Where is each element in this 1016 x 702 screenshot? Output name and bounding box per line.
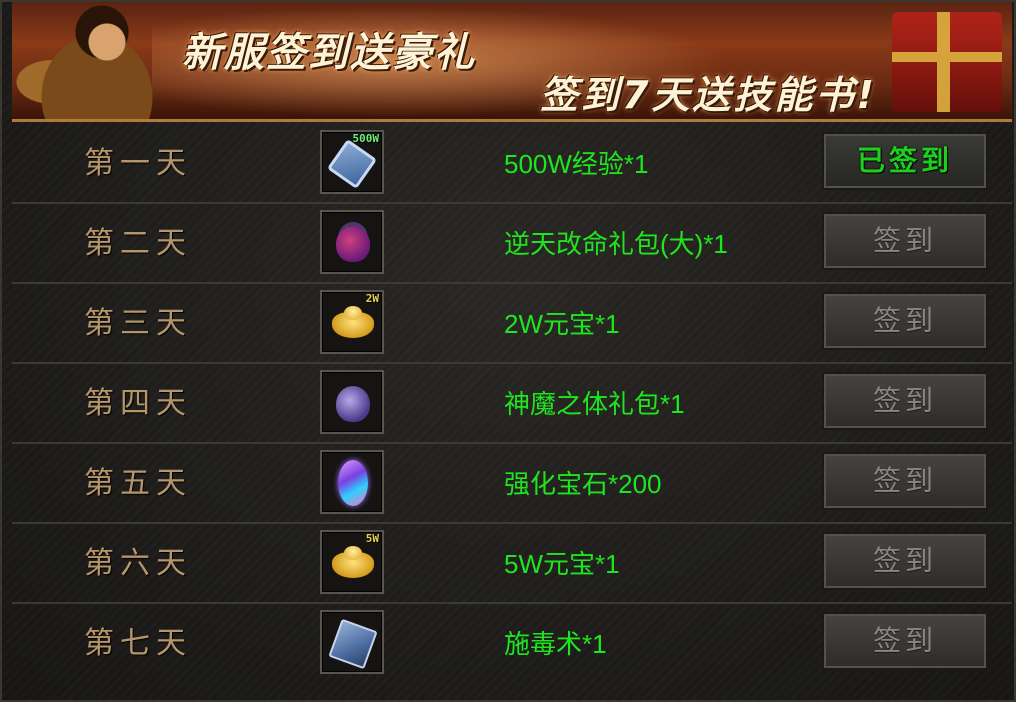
reward-icon-slot[interactable] <box>320 610 384 674</box>
reward-text: 神魔之体礼包*1 <box>504 389 685 419</box>
signin-list: 第一天 500W 500W经验*1 已签到 第二天 逆天改命礼包(大)*1 签到… <box>12 124 1012 684</box>
signin-button[interactable]: 签到 <box>822 292 988 350</box>
signin-row-day6: 第六天 5W 5W元宝*1 签到 <box>12 524 1012 604</box>
item-badge: 500W <box>352 132 380 145</box>
item-badge: 5W <box>365 532 379 545</box>
banner-subtitle: 签到7天送技能书! <box>540 73 877 117</box>
reward-icon-slot[interactable] <box>320 450 384 514</box>
reward-text: 500W经验*1 <box>504 149 649 179</box>
reward-text: 逆天改命礼包(大)*1 <box>504 229 728 259</box>
reward-text: 施毒术*1 <box>504 629 607 659</box>
signin-row-day7: 第七天 施毒术*1 签到 <box>12 604 1012 684</box>
day-label: 第七天 <box>84 626 192 661</box>
signin-button[interactable]: 签到 <box>822 372 988 430</box>
reward-text: 5W元宝*1 <box>504 549 620 579</box>
reward-icon-slot[interactable]: 5W <box>320 530 384 594</box>
gem-icon <box>338 460 368 506</box>
day-label: 第四天 <box>84 386 192 421</box>
event-banner: 新服签到送豪礼 签到7天送技能书! <box>12 2 1012 122</box>
signin-button[interactable]: 签到 <box>822 612 988 670</box>
day-label: 第二天 <box>84 226 192 261</box>
gold-ingot-icon <box>332 306 374 338</box>
reward-text: 2W元宝*1 <box>504 309 620 339</box>
signin-row-day1: 第一天 500W 500W经验*1 已签到 <box>12 124 1012 204</box>
exp-scroll-icon <box>326 138 378 190</box>
reward-icon-slot[interactable] <box>320 370 384 434</box>
signin-row-day3: 第三天 2W 2W元宝*1 签到 <box>12 284 1012 364</box>
signin-button[interactable]: 签到 <box>822 212 988 270</box>
gold-ingot-icon <box>332 546 374 578</box>
signin-panel: 新服签到送豪礼 签到7天送技能书! 第一天 500W 500W经验*1 已签到 … <box>0 0 1016 702</box>
signin-row-day2: 第二天 逆天改命礼包(大)*1 签到 <box>12 204 1012 284</box>
banner-title: 新服签到送豪礼 <box>182 30 476 76</box>
item-badge: 2W <box>365 292 379 305</box>
reward-icon-slot[interactable] <box>320 210 384 274</box>
day-label: 第一天 <box>84 146 192 181</box>
skill-book-icon <box>328 618 378 670</box>
day-label: 第三天 <box>84 306 192 341</box>
reward-icon-slot[interactable]: 2W <box>320 290 384 354</box>
purple-bag-icon <box>336 386 370 422</box>
day-label: 第六天 <box>84 546 192 581</box>
signin-button[interactable]: 签到 <box>822 532 988 590</box>
reward-text: 强化宝石*200 <box>504 469 662 499</box>
signin-button[interactable]: 签到 <box>822 452 988 510</box>
gift-box-icon <box>892 12 1002 112</box>
reward-icon-slot[interactable]: 500W <box>320 130 384 194</box>
gift-bag-icon <box>336 226 370 262</box>
day-label: 第五天 <box>84 466 192 501</box>
signed-button[interactable]: 已签到 <box>822 132 988 190</box>
warrior-portrait-icon <box>12 2 182 119</box>
signin-row-day4: 第四天 神魔之体礼包*1 签到 <box>12 364 1012 444</box>
signin-row-day5: 第五天 强化宝石*200 签到 <box>12 444 1012 524</box>
